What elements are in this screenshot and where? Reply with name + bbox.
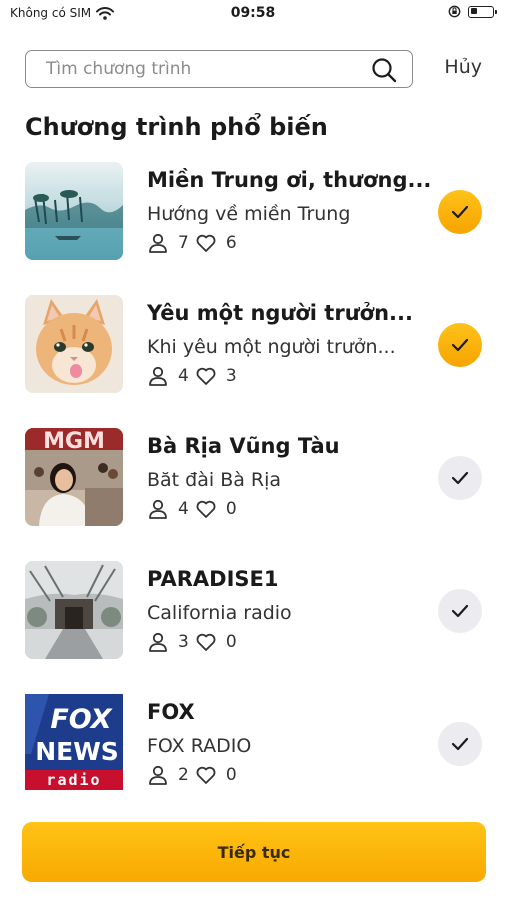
program-subtitle: Băt đài Bà Rịa xyxy=(147,469,282,491)
program-stats: 4 3 xyxy=(147,365,243,387)
program-thumbnail xyxy=(25,561,123,659)
like-count: 3 xyxy=(225,366,237,386)
heart-icon xyxy=(196,500,216,518)
program-stats: 4 0 xyxy=(147,498,243,520)
heart-icon xyxy=(196,367,216,385)
program-thumbnail: FOX NEWS radio xyxy=(25,694,123,792)
select-check-button[interactable] xyxy=(438,722,482,766)
program-stats: 2 0 xyxy=(147,764,243,786)
status-time: 09:58 xyxy=(230,5,276,21)
search-box[interactable] xyxy=(25,50,413,88)
program-subtitle: California radio xyxy=(147,602,292,624)
program-item[interactable]: PARADISE1 California radio 3 0 xyxy=(25,561,485,694)
check-icon xyxy=(451,205,469,219)
program-subtitle: Khi yêu một người trưởn... xyxy=(147,336,396,358)
listener-count: 4 xyxy=(178,499,189,519)
check-icon xyxy=(451,471,469,485)
check-icon xyxy=(451,737,469,751)
like-count: 0 xyxy=(225,765,237,785)
search-row: Hủy xyxy=(25,50,485,90)
check-icon xyxy=(451,604,469,618)
program-thumbnail xyxy=(25,295,123,393)
listener-count: 4 xyxy=(178,366,189,386)
search-input[interactable] xyxy=(46,51,366,86)
program-item[interactable]: FOX NEWS radio FOX FOX RADIO 2 0 xyxy=(25,694,485,827)
program-stats: 7 6 xyxy=(147,232,243,254)
program-item[interactable]: Yêu một người trưởn... Khi yêu một người… xyxy=(25,295,485,428)
fox-logo-line2: NEWS xyxy=(35,737,119,766)
check-icon xyxy=(451,338,469,352)
like-count: 0 xyxy=(225,499,237,519)
select-check-button[interactable] xyxy=(438,456,482,500)
select-check-button[interactable] xyxy=(438,589,482,633)
program-title: PARADISE1 xyxy=(147,567,279,591)
continue-button[interactable]: Tiếp tục xyxy=(22,822,486,882)
user-icon xyxy=(149,632,167,652)
listener-count: 7 xyxy=(178,233,189,253)
program-thumbnail: MGM xyxy=(25,428,123,526)
heart-icon xyxy=(196,766,216,784)
search-icon[interactable] xyxy=(370,56,398,84)
program-item[interactable]: MGM Bà Rịa Vũng Tàu Băt đài Bà Rịa 4 0 xyxy=(25,428,485,561)
like-count: 6 xyxy=(225,233,237,253)
program-subtitle: FOX RADIO xyxy=(147,735,252,757)
like-count: 0 xyxy=(225,632,237,652)
program-list: Miền Trung ơi, thương... Hướng về miền T… xyxy=(25,162,485,827)
section-title: Chương trình phổ biến xyxy=(25,113,328,141)
user-icon xyxy=(149,233,167,253)
program-title: Bà Rịa Vũng Tàu xyxy=(147,434,340,458)
heart-icon xyxy=(196,633,216,651)
battery-icon xyxy=(468,5,497,18)
heart-icon xyxy=(196,234,216,252)
program-title: Yêu một người trưởn... xyxy=(147,301,413,325)
select-check-button[interactable] xyxy=(438,190,482,234)
listener-count: 2 xyxy=(178,765,189,785)
user-icon xyxy=(149,366,167,386)
program-title: FOX xyxy=(147,700,195,724)
program-item[interactable]: Miền Trung ơi, thương... Hướng về miền T… xyxy=(25,162,485,295)
program-subtitle: Hướng về miền Trung xyxy=(147,203,351,225)
user-icon xyxy=(149,499,167,519)
orientation-lock-icon xyxy=(448,5,461,18)
program-thumbnail xyxy=(25,162,123,260)
user-icon xyxy=(149,765,167,785)
fox-logo-line1: FOX xyxy=(50,704,112,735)
status-bar: Không có SIM 09:58 xyxy=(0,0,506,30)
program-stats: 3 0 xyxy=(147,631,243,653)
listener-count: 3 xyxy=(178,632,189,652)
status-right xyxy=(448,5,497,18)
select-check-button[interactable] xyxy=(438,323,482,367)
program-title: Miền Trung ơi, thương... xyxy=(147,168,432,192)
fox-logo-line3: radio xyxy=(46,771,101,789)
cancel-button[interactable]: Hủy xyxy=(444,56,482,78)
